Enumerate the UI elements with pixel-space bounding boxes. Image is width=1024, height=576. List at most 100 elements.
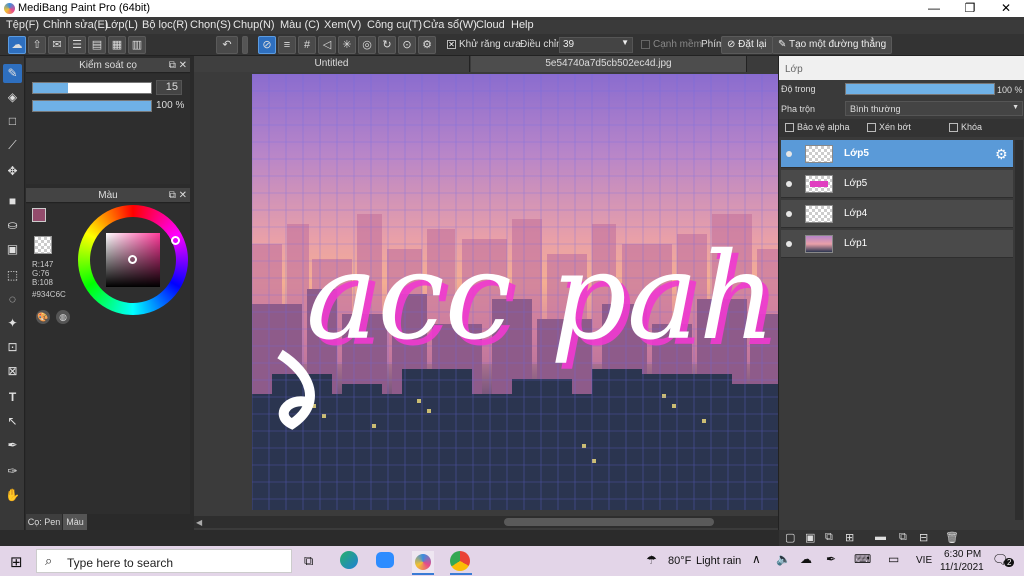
chevron-up-icon[interactable]: ∧ <box>752 552 761 566</box>
protect-alpha-checkbox[interactable] <box>785 123 794 132</box>
hand-tool-icon[interactable]: ✋ <box>3 486 22 505</box>
medibang-taskbar-icon[interactable] <box>412 551 434 573</box>
layer-scrollbar[interactable] <box>1015 140 1023 520</box>
menu-capture[interactable]: Chụp(N) <box>233 19 275 31</box>
circle-snap-icon[interactable]: ◎ <box>358 36 376 54</box>
minimize-button[interactable]: — <box>916 0 952 17</box>
horizontal-scrollbar[interactable]: ◀ <box>194 516 778 528</box>
display-icon[interactable]: ▭ <box>888 552 899 566</box>
radial-snap-icon[interactable]: ✳ <box>338 36 356 54</box>
text-tool-icon[interactable]: T <box>3 388 22 407</box>
trash-icon[interactable]: 🗑 <box>945 531 959 544</box>
menu-view[interactable]: Xem(V) <box>324 19 361 31</box>
table-icon[interactable]: ▥ <box>128 36 146 54</box>
cross-snap-icon[interactable]: # <box>298 36 316 54</box>
search-box[interactable]: ⌕ Type here to search <box>36 549 292 573</box>
brush-size-slider[interactable] <box>32 82 152 94</box>
parallel-snap-icon[interactable]: ≡ <box>278 36 296 54</box>
visibility-eye-icon[interactable] <box>786 241 792 247</box>
page-icon[interactable]: ▤ <box>88 36 106 54</box>
merge-layer-icon[interactable]: ⊟ <box>919 531 928 544</box>
new-layer-icon[interactable]: ▢ <box>785 531 795 544</box>
primary-color-swatch[interactable] <box>32 208 46 222</box>
add-layer-menu-icon[interactable]: ⊞ <box>845 531 854 544</box>
drawing-canvas[interactable]: acc pah acc pah <box>252 74 778 510</box>
menu-help[interactable]: Help <box>511 19 534 31</box>
lasso-tool-icon[interactable]: ◌ <box>3 290 22 309</box>
menu-color[interactable]: Màu (C) <box>280 19 320 31</box>
grid-panel-icon[interactable]: ▦ <box>108 36 126 54</box>
operation-tool-icon[interactable]: ↖ <box>3 412 22 431</box>
menu-edit[interactable]: Chỉnh sửa(E) <box>43 19 108 31</box>
speaker-icon[interactable]: 🔈 <box>776 552 791 566</box>
visibility-eye-icon[interactable] <box>786 181 792 187</box>
rectangle-tool-icon[interactable]: □ <box>3 112 22 131</box>
select-tool-icon[interactable]: ⬚ <box>3 266 22 285</box>
maximize-button[interactable]: ❐ <box>952 0 988 17</box>
visibility-eye-icon[interactable] <box>786 211 792 217</box>
layer-row[interactable]: Lớp4 <box>781 200 1013 228</box>
adjust-select[interactable]: 39 ▼ <box>559 37 633 53</box>
layer-row[interactable]: Lớp5 ⚙ <box>781 140 1013 168</box>
antialias-checkbox[interactable]: ✕ <box>447 40 456 49</box>
fill-rect-tool-icon[interactable]: ■ <box>3 192 22 211</box>
cloud-sync-icon[interactable]: ☁ <box>800 552 812 566</box>
sv-picker-handle[interactable] <box>128 255 137 264</box>
layer-row[interactable]: Lớp5 <box>781 170 1013 198</box>
bucket-tool-icon[interactable]: ⛀ <box>3 216 22 235</box>
palette-icon[interactable]: 🎨 <box>36 310 50 324</box>
settings-snap-icon[interactable]: ⚙ <box>418 36 436 54</box>
panel-pin-close-icon[interactable]: ⧉ ✕ <box>169 58 187 73</box>
folder-icon[interactable]: ▬ <box>875 531 886 543</box>
weather-text[interactable]: Light rain <box>696 555 741 567</box>
new-halftone-layer-icon[interactable]: ▣ <box>805 531 815 544</box>
curve-snap-icon[interactable]: ↻ <box>378 36 396 54</box>
move-tool-icon[interactable]: ✥ <box>3 162 22 181</box>
menu-tools[interactable]: Công cụ(T) <box>367 19 422 31</box>
brush-tool-icon[interactable]: ✎ <box>3 64 22 83</box>
eyedropper-tool-icon[interactable]: ✒ <box>3 436 22 455</box>
visibility-eye-icon[interactable] <box>786 151 792 157</box>
dot-brush-tool-icon[interactable]: ⟋ <box>3 136 22 155</box>
chrome-icon[interactable] <box>450 551 470 571</box>
select-pen-tool-icon[interactable]: ⊡ <box>3 338 22 357</box>
straight-line-button[interactable]: ✎ Tạo một đường thẳng <box>772 36 893 54</box>
transparent-color-swatch[interactable] <box>34 236 52 254</box>
hue-wheel[interactable] <box>78 205 188 315</box>
tab-color[interactable]: Màu <box>63 514 87 530</box>
horizontal-scroll-thumb[interactable] <box>504 518 714 526</box>
clock-time[interactable]: 6:30 PM <box>944 549 981 560</box>
zoom-app-icon[interactable] <box>376 552 394 568</box>
magic-wand-tool-icon[interactable]: ✦ <box>3 314 22 333</box>
palette-settings-icon[interactable]: ◍ <box>56 310 70 324</box>
comment-icon[interactable]: ✉ <box>48 36 66 54</box>
input-language[interactable]: VIE <box>916 555 932 566</box>
undo-icon[interactable]: ↶ <box>216 36 238 54</box>
reset-button[interactable]: ⊘ Đặt lại <box>721 36 773 54</box>
keyboard-icon[interactable]: ⌨ <box>854 552 871 566</box>
blend-mode-select[interactable]: Bình thường ▼ <box>845 101 1023 116</box>
doc-tab-untitled[interactable]: Untitled <box>194 56 470 72</box>
menu-filter[interactable]: Bộ lọc(R) <box>142 19 188 31</box>
cloud-icon[interactable]: ☁ <box>8 36 26 54</box>
clip-checkbox[interactable] <box>867 123 876 132</box>
chat-icon[interactable]: ☰ <box>68 36 86 54</box>
doc-tab-image[interactable]: 5e54740a7d5cb502ec4d.jpg <box>471 56 747 72</box>
task-view-icon[interactable]: ⧉ <box>304 553 313 569</box>
windows-start-icon[interactable]: ⊞ <box>10 553 23 571</box>
menu-layer[interactable]: Lớp(L) <box>105 19 138 31</box>
layer-opacity-slider[interactable] <box>845 83 995 95</box>
edge-browser-icon[interactable] <box>340 551 358 569</box>
brush-size-value[interactable]: 15 <box>156 80 182 95</box>
close-button[interactable]: ✕ <box>988 0 1024 17</box>
menu-select[interactable]: Chọn(S) <box>190 19 231 31</box>
duplicate-layer-icon[interactable]: ⧉ <box>825 531 833 544</box>
hue-picker-handle[interactable] <box>171 236 180 245</box>
gear-icon[interactable]: ⚙ <box>995 146 1008 163</box>
edge-soft-checkbox[interactable] <box>641 40 650 49</box>
menu-file[interactable]: Tệp(F) <box>6 19 39 31</box>
eraser-tool-icon[interactable]: ◈ <box>3 88 22 107</box>
snap-off-icon[interactable]: ⊘ <box>258 36 276 54</box>
pen-tool-icon[interactable]: ✑ <box>3 462 22 481</box>
gradient-tool-icon[interactable]: ▣ <box>3 240 22 259</box>
